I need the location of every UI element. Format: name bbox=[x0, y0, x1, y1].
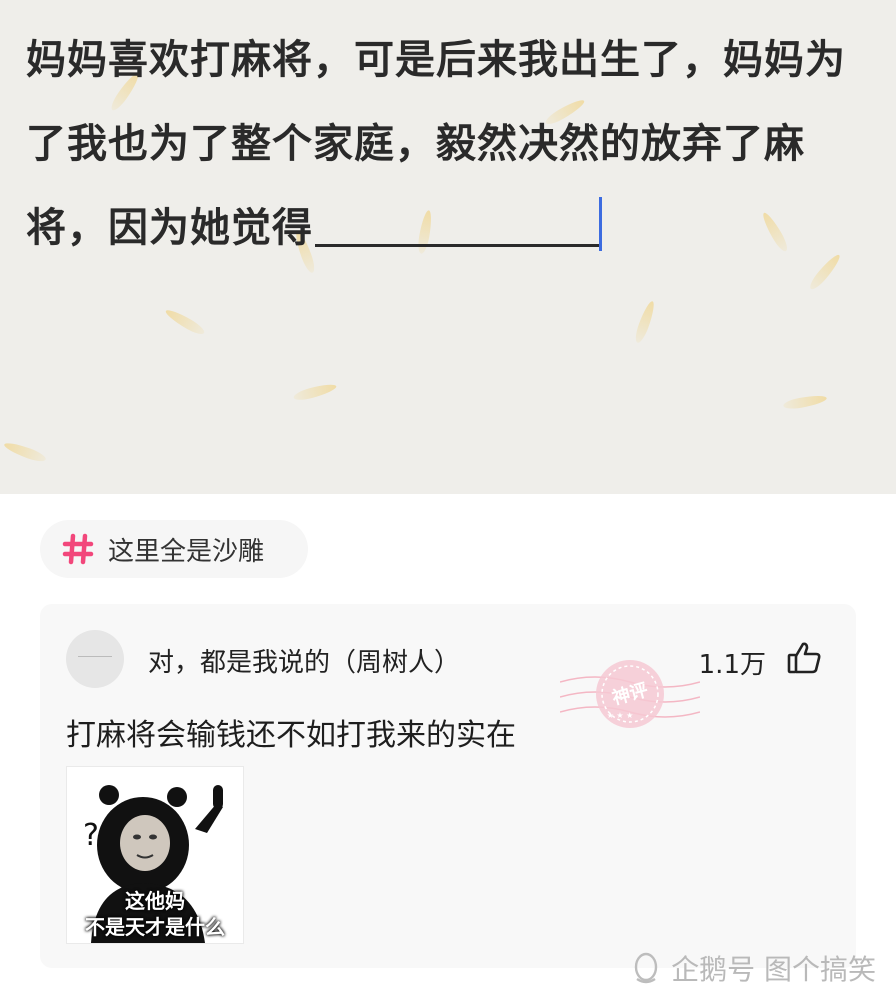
decor-leaf bbox=[163, 306, 207, 338]
comment-card: 对，都是我说的（周树人） 神评 ★ ★ ★ 1.1万 打麻将会输钱还不如打我来的… bbox=[40, 604, 856, 968]
avatar[interactable] bbox=[66, 630, 124, 688]
top-comment-stamp: 神评 ★ ★ ★ bbox=[560, 660, 700, 728]
thumbs-up-icon[interactable] bbox=[786, 640, 822, 676]
text-cursor bbox=[599, 197, 602, 251]
decor-leaf bbox=[292, 381, 338, 403]
topic-tag[interactable]: 这里全是沙雕 bbox=[40, 520, 308, 578]
fill-in-blank[interactable] bbox=[315, 204, 599, 247]
svg-text:★ ★ ★: ★ ★ ★ bbox=[607, 711, 634, 720]
like-count: 1.1万 bbox=[698, 650, 766, 680]
topic-tag-label: 这里全是沙雕 bbox=[108, 536, 265, 567]
meme-caption-line-1: 这他妈 bbox=[125, 889, 185, 913]
watermark-text: 企鹅号 图个搞笑 bbox=[671, 953, 876, 986]
decor-leaf bbox=[632, 299, 658, 345]
meme-caption-line-2: 不是天才是什么 bbox=[85, 915, 225, 939]
question-line-3: 将，因为她觉得 bbox=[26, 186, 872, 270]
question-text: 妈妈喜欢打麻将，可是后来我出生了，妈妈为 了我也为了整个家庭，毅然决然的放弃了麻… bbox=[26, 18, 872, 270]
watermark: 企鹅号 图个搞笑 bbox=[629, 948, 876, 988]
penguin-logo-icon bbox=[634, 952, 658, 984]
avatar-placeholder-line bbox=[78, 655, 112, 663]
hashtag-icon bbox=[62, 533, 94, 565]
comment-username[interactable]: 对，都是我说的（周树人） bbox=[148, 642, 460, 679]
question-line-2: 了我也为了整个家庭，毅然决然的放弃了麻 bbox=[26, 120, 805, 167]
meme-question-mark: ? bbox=[83, 818, 99, 853]
meme-image[interactable]: ? 这他妈 不是天才是什么 bbox=[66, 766, 244, 944]
comment-text: 打麻将会输钱还不如打我来的实在 bbox=[66, 718, 516, 753]
decor-leaf bbox=[2, 439, 48, 465]
question-line-3-text: 将，因为她觉得 bbox=[26, 204, 313, 251]
decor-leaf bbox=[782, 393, 828, 411]
question-line-1: 妈妈喜欢打麻将，可是后来我出生了，妈妈为 bbox=[26, 36, 846, 83]
question-card: 妈妈喜欢打麻将，可是后来我出生了，妈妈为 了我也为了整个家庭，毅然决然的放弃了麻… bbox=[0, 0, 896, 494]
